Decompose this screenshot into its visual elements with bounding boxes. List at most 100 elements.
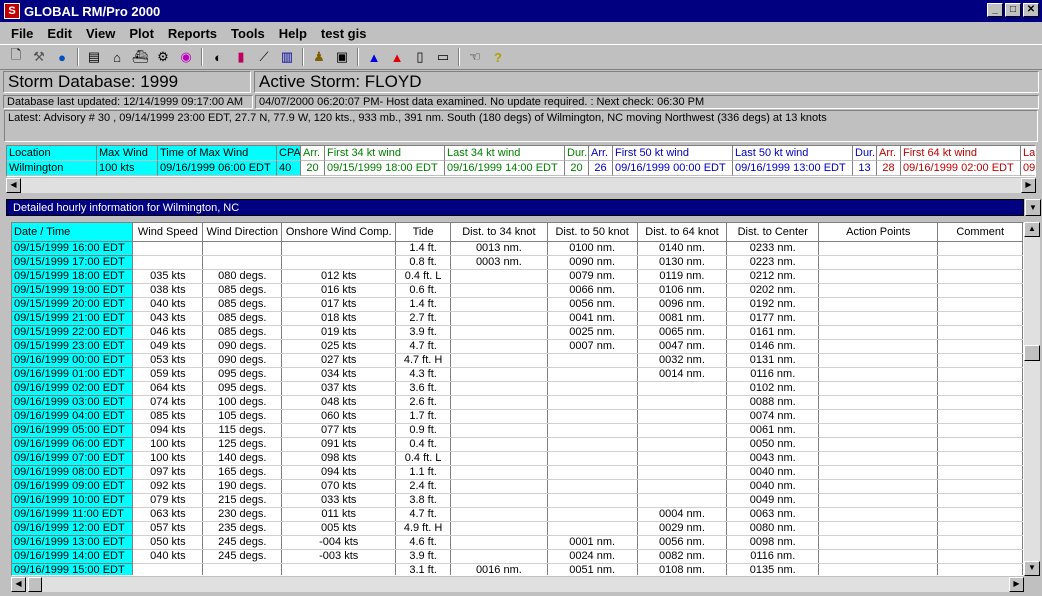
building-icon[interactable]: ▤ bbox=[84, 47, 104, 67]
col-dist-50[interactable]: Dist. to 50 knot bbox=[547, 223, 638, 242]
table-row[interactable]: 09/15/1999 23:00 EDT 049 kts 090 degs. 025 … bbox=[12, 339, 1023, 354]
col-arr-64[interactable]: Arr. bbox=[877, 146, 901, 161]
scroll-right-icon[interactable]: ▶ bbox=[1021, 178, 1036, 193]
col-dur-50[interactable]: Dur. bbox=[853, 146, 877, 161]
col-comment[interactable]: Comment bbox=[937, 223, 1023, 242]
col-dist-64[interactable]: Dist. to 64 knot bbox=[637, 223, 728, 242]
eye-icon[interactable]: ◐ bbox=[208, 47, 228, 67]
new-file-icon[interactable]: 🗋 bbox=[6, 47, 26, 67]
table-row[interactable]: 09/16/1999 04:00 EDT 085 kts 105 degs. 060 … bbox=[12, 409, 1023, 424]
menu-tools[interactable]: Tools bbox=[224, 26, 272, 41]
col-last-34[interactable]: Last 34 kt wind bbox=[445, 146, 565, 161]
col-dist-34[interactable]: Dist. to 34 knot bbox=[450, 223, 548, 242]
globe-icon[interactable]: ● bbox=[52, 47, 72, 67]
table-row[interactable]: 09/15/1999 18:00 EDT 035 kts 080 degs. 012 … bbox=[12, 269, 1023, 284]
hourly-horizontal-scrollbar[interactable]: ◀ ▶ bbox=[11, 577, 1024, 592]
scroll-down-icon[interactable]: ▼ bbox=[1024, 561, 1040, 576]
scroll-left-icon[interactable]: ◀ bbox=[6, 178, 21, 193]
col-action-points[interactable]: Action Points bbox=[818, 223, 939, 242]
table-row[interactable]: 09/16/1999 02:00 EDT 064 kts 095 degs. 037 … bbox=[12, 381, 1023, 396]
scroll-thumb[interactable] bbox=[28, 577, 42, 592]
person-icon[interactable]: ♟ bbox=[309, 47, 329, 67]
menu-help[interactable]: Help bbox=[272, 26, 314, 41]
detail-location-select[interactable]: Detailed hourly information for Wilmingt… bbox=[6, 199, 1024, 216]
col-wind-direction[interactable]: Wind Direction bbox=[202, 223, 283, 242]
app-icon[interactable]: S bbox=[4, 3, 20, 19]
table-row[interactable]: 09/16/1999 03:00 EDT 074 kts 100 degs. 048 … bbox=[12, 395, 1023, 410]
factory-icon[interactable]: ⚙ bbox=[153, 47, 173, 67]
table-row[interactable]: 09/15/1999 20:00 EDT 040 kts 085 degs. 017 … bbox=[12, 297, 1023, 312]
chart-line-icon[interactable]: ⟋ bbox=[254, 47, 274, 67]
cell-tide: 0.4 ft. L bbox=[395, 451, 452, 466]
table-row[interactable]: 09/16/1999 11:00 EDT 063 kts 230 degs. 011 … bbox=[12, 507, 1023, 522]
document-icon[interactable]: ▭ bbox=[433, 47, 453, 67]
table-row[interactable]: 09/16/1999 12:00 EDT 057 kts 235 degs. 005 … bbox=[12, 521, 1023, 536]
triangle-red-icon[interactable]: ▲ bbox=[387, 47, 407, 67]
col-last-64[interactable]: La bbox=[1021, 146, 1035, 161]
target-icon[interactable]: ◉ bbox=[176, 47, 196, 67]
hand-icon[interactable]: ☜ bbox=[465, 47, 485, 67]
table-row[interactable]: 09/16/1999 15:00 EDT 3.1 ft. 0016 nm. 0051 … bbox=[12, 563, 1023, 575]
triangle-blue-icon[interactable]: ▲ bbox=[364, 47, 384, 67]
table-row[interactable]: 09/16/1999 09:00 EDT 092 kts 190 degs. 070 … bbox=[12, 479, 1023, 494]
maximize-button[interactable]: □ bbox=[1005, 3, 1021, 17]
col-date-time[interactable]: Date / Time bbox=[12, 223, 134, 242]
col-dur-34[interactable]: Dur. bbox=[565, 146, 589, 161]
scroll-right-icon[interactable]: ▶ bbox=[1009, 577, 1024, 592]
table-row[interactable]: 09/15/1999 19:00 EDT 038 kts 085 degs. 016 … bbox=[12, 283, 1023, 298]
location-data-row[interactable]: Wilmington 100 kts 09/16/1999 06:00 EDT … bbox=[7, 161, 1035, 176]
col-max-wind[interactable]: Max Wind bbox=[97, 146, 158, 161]
book-icon[interactable]: ▮ bbox=[231, 47, 251, 67]
col-onshore-wind[interactable]: Onshore Wind Comp. bbox=[281, 223, 397, 242]
table-row[interactable]: 09/16/1999 13:00 EDT 050 kts 245 degs. -004… bbox=[12, 535, 1023, 550]
hourly-vertical-scrollbar[interactable]: ▲ ▼ bbox=[1024, 222, 1040, 576]
menu-reports[interactable]: Reports bbox=[161, 26, 224, 41]
col-arr-34[interactable]: Arr. bbox=[301, 146, 325, 161]
col-tide[interactable]: Tide bbox=[395, 223, 452, 242]
col-first-50[interactable]: First 50 kt wind bbox=[613, 146, 733, 161]
table-row[interactable]: 09/16/1999 00:00 EDT 053 kts 090 degs. 027 … bbox=[12, 353, 1023, 368]
table-row[interactable]: 09/16/1999 07:00 EDT 100 kts 140 degs. 098 … bbox=[12, 451, 1023, 466]
scroll-left-icon[interactable]: ◀ bbox=[11, 577, 26, 592]
table-row[interactable]: 09/16/1999 06:00 EDT 100 kts 125 degs. 091 … bbox=[12, 437, 1023, 452]
col-last-50[interactable]: Last 50 kt wind bbox=[733, 146, 853, 161]
col-time-max-wind[interactable]: Time of Max Wind bbox=[158, 146, 277, 161]
house-icon[interactable]: ⌂ bbox=[107, 47, 127, 67]
table-row[interactable]: 09/16/1999 05:00 EDT 094 kts 115 degs. 077 … bbox=[12, 423, 1023, 438]
table-row[interactable]: 09/15/1999 17:00 EDT 0.8 ft. 0003 nm. 0090 … bbox=[12, 255, 1023, 270]
help-icon[interactable]: ? bbox=[488, 47, 508, 67]
col-first-64[interactable]: First 64 kt wind bbox=[901, 146, 1021, 161]
col-arr-50[interactable]: Arr. bbox=[589, 146, 613, 161]
table-row[interactable]: 09/16/1999 01:00 EDT 059 kts 095 degs. 034 … bbox=[12, 367, 1023, 382]
col-first-34[interactable]: First 34 kt wind bbox=[325, 146, 445, 161]
col-dist-center[interactable]: Dist. to Center bbox=[726, 223, 820, 242]
minimize-button[interactable]: _ bbox=[987, 3, 1003, 17]
col-cpa[interactable]: CPA bbox=[277, 146, 301, 161]
col-wind-speed[interactable]: Wind Speed bbox=[132, 223, 204, 242]
table-row[interactable]: 09/16/1999 10:00 EDT 079 kts 215 degs. 033 … bbox=[12, 493, 1023, 508]
tools-icon[interactable]: ⚒ bbox=[29, 47, 49, 67]
monitor-icon[interactable]: ▣ bbox=[332, 47, 352, 67]
scroll-track[interactable] bbox=[26, 577, 1009, 592]
ship-icon[interactable]: ⛴ bbox=[130, 47, 150, 67]
scroll-track[interactable] bbox=[21, 178, 1021, 193]
scroll-track[interactable] bbox=[1024, 237, 1040, 561]
scroll-thumb[interactable] bbox=[1024, 345, 1040, 361]
menu-test-gis[interactable]: test gis bbox=[314, 26, 374, 41]
table-row[interactable]: 09/16/1999 14:00 EDT 040 kts 245 degs. -003… bbox=[12, 549, 1023, 564]
table-row[interactable]: 09/15/1999 21:00 EDT 043 kts 085 degs. 018 … bbox=[12, 311, 1023, 326]
close-button[interactable]: ✕ bbox=[1023, 3, 1039, 17]
clipboard-icon[interactable]: ▯ bbox=[410, 47, 430, 67]
table-row[interactable]: 09/15/1999 16:00 EDT 1.4 ft. 0013 nm. 0100 … bbox=[12, 241, 1023, 256]
table-row[interactable]: 09/15/1999 22:00 EDT 046 kts 085 degs. 019 … bbox=[12, 325, 1023, 340]
chevron-down-icon[interactable]: ▼ bbox=[1025, 199, 1041, 216]
table-row[interactable]: 09/16/1999 08:00 EDT 097 kts 165 degs. 094 … bbox=[12, 465, 1023, 480]
menu-view[interactable]: View bbox=[79, 26, 122, 41]
menu-file[interactable]: File bbox=[4, 26, 40, 41]
col-location[interactable]: Location bbox=[7, 146, 97, 161]
location-horizontal-scrollbar[interactable]: ◀ ▶ bbox=[6, 178, 1036, 193]
scroll-up-icon[interactable]: ▲ bbox=[1024, 222, 1040, 237]
menu-plot[interactable]: Plot bbox=[122, 26, 161, 41]
menu-edit[interactable]: Edit bbox=[40, 26, 79, 41]
bar-chart-icon[interactable]: ▥ bbox=[277, 47, 297, 67]
